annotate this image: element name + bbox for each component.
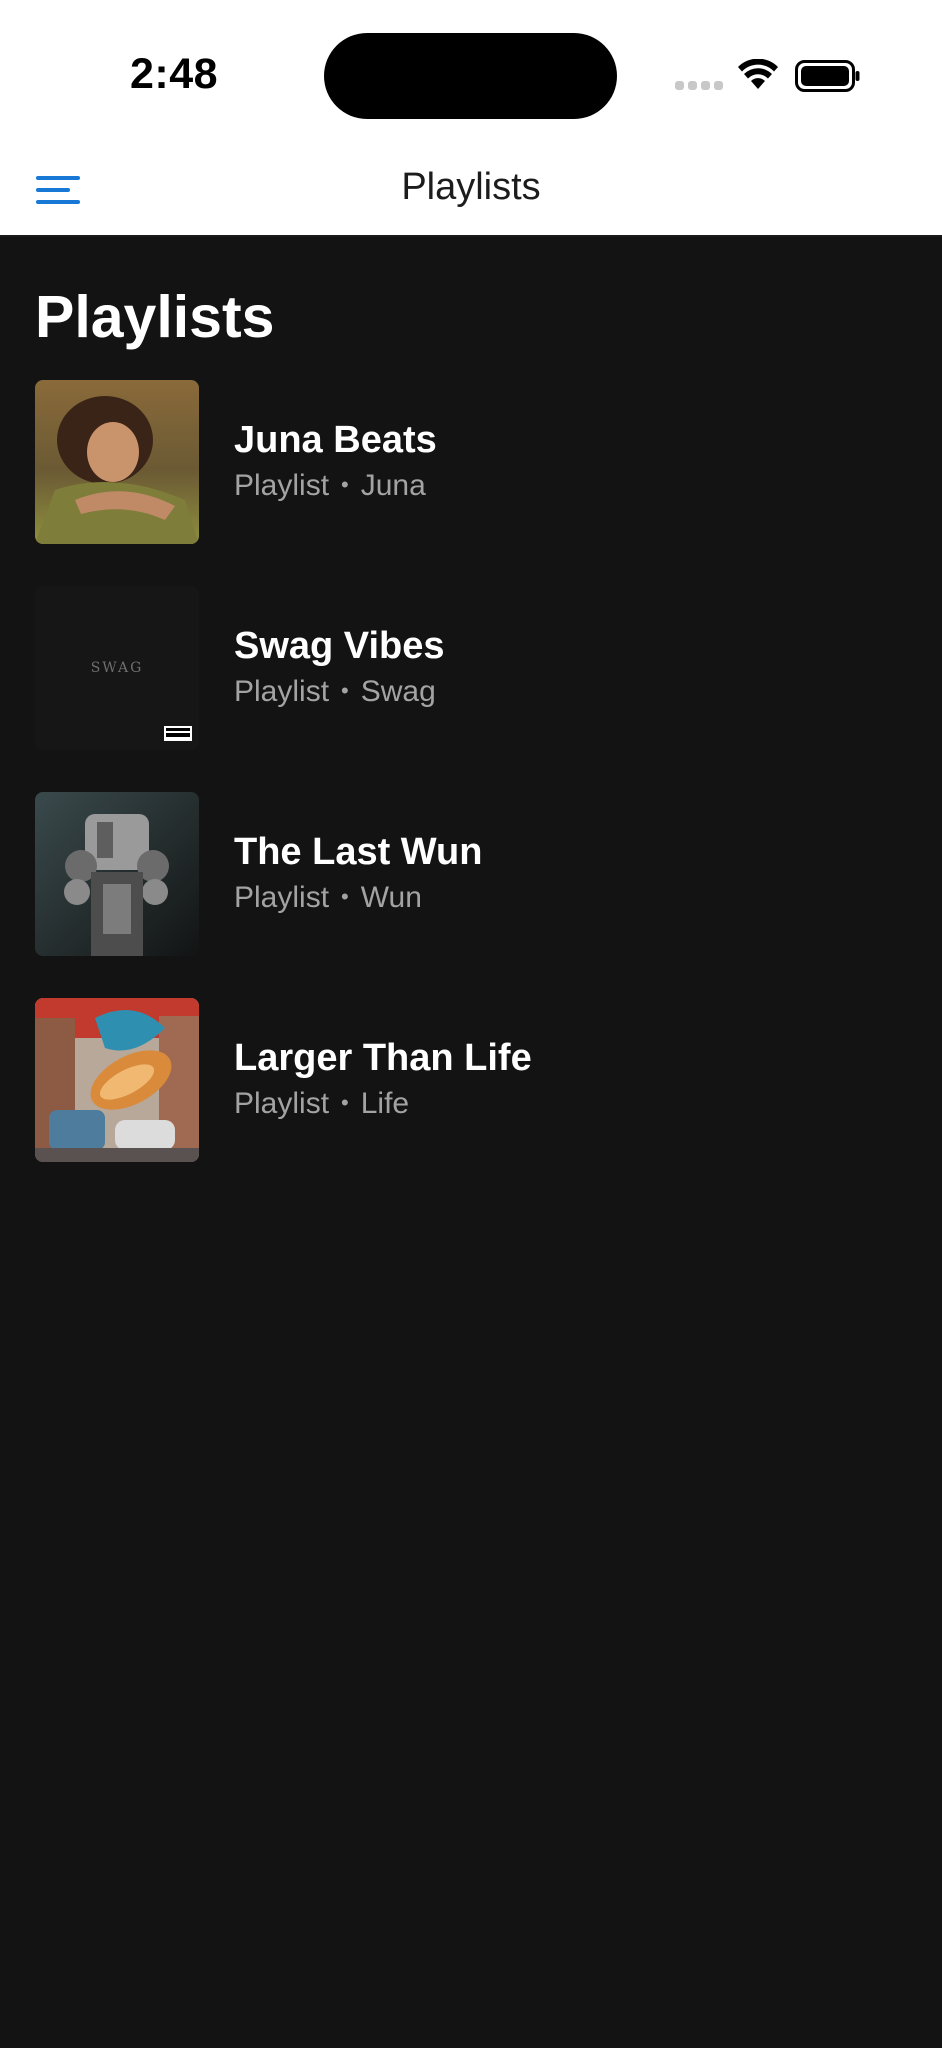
- cellular-signal-icon: [675, 81, 723, 90]
- dynamic-island: [324, 33, 617, 119]
- playlist-cover: [35, 380, 199, 544]
- playlist-type: Playlist: [234, 881, 330, 914]
- playlist-owner: Life: [360, 1087, 410, 1120]
- playlist-cover: [35, 792, 199, 956]
- playlist-item-larger-than-life[interactable]: Larger Than Life Playlist • Life: [35, 998, 915, 1162]
- playlist-cover: [35, 998, 199, 1162]
- playlist-subtitle: Playlist • Swag: [234, 675, 436, 709]
- playlist-title: Swag Vibes: [234, 625, 445, 667]
- playlist-item-the-last-wun[interactable]: The Last Wun Playlist • Wun: [35, 792, 915, 956]
- playlist-cover: SWAG: [35, 586, 199, 750]
- nav-title: Playlists: [401, 166, 541, 208]
- separator: •: [341, 678, 349, 703]
- playlist-item-juna-beats[interactable]: Juna Beats Playlist • Juna: [35, 380, 915, 544]
- playlist-owner: Juna: [360, 469, 426, 502]
- status-time: 2:48: [130, 50, 219, 98]
- playlist-type: Playlist: [234, 675, 330, 708]
- battery-icon: [795, 60, 860, 92]
- wifi-icon: [738, 59, 778, 89]
- separator: •: [341, 1090, 349, 1115]
- playlist-owner: Wun: [360, 881, 422, 914]
- playlist-item-swag-vibes[interactable]: SWAG Swag Vibes Playlist • Swag: [35, 586, 915, 750]
- playlist-subtitle: Playlist • Life: [234, 1087, 409, 1121]
- header: 2:48 Playlists: [0, 0, 942, 237]
- playlist-type: Playlist: [234, 1087, 330, 1120]
- playlist-subtitle: Playlist • Wun: [234, 881, 422, 915]
- page-title: Playlists: [35, 284, 275, 350]
- separator: •: [341, 472, 349, 497]
- playlist-title: Larger Than Life: [234, 1037, 532, 1079]
- playlist-subtitle: Playlist • Juna: [234, 469, 426, 503]
- playlist-type: Playlist: [234, 469, 330, 502]
- app-screen: 2:48 Playlists Playlists Juna Beats Play…: [0, 0, 942, 2048]
- playlist-title: Juna Beats: [234, 419, 437, 461]
- cover-text: SWAG: [91, 660, 144, 676]
- playlist-title: The Last Wun: [234, 831, 483, 873]
- separator: •: [341, 884, 349, 909]
- playlist-owner: Swag: [360, 675, 436, 708]
